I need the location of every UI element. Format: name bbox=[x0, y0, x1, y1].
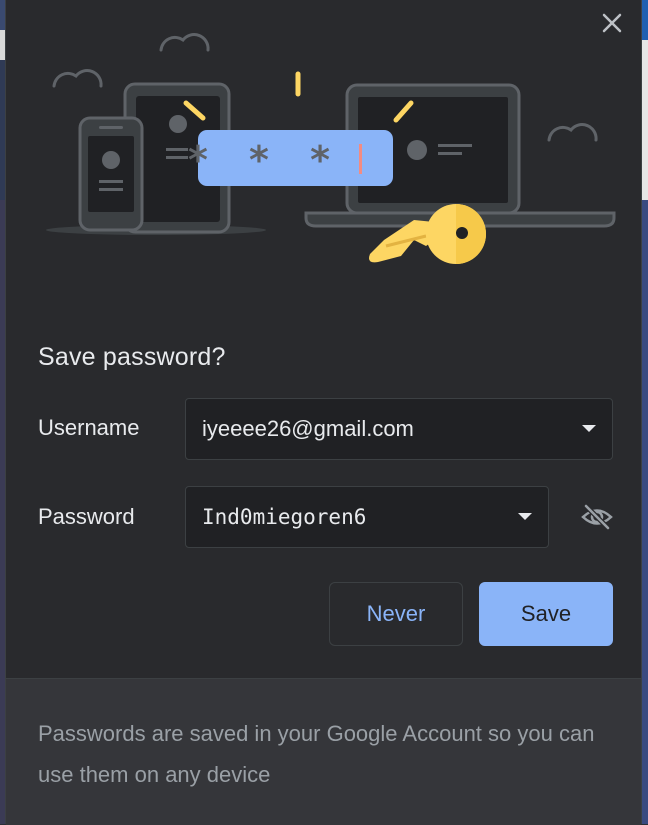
password-value: Ind0miegoren6 bbox=[202, 505, 367, 529]
password-illustration: * * * bbox=[46, 33, 616, 264]
username-select[interactable]: iyeeee26@gmail.com bbox=[185, 398, 613, 460]
save-password-dialog: * * * Save password? Username iyeeee26@g… bbox=[5, 0, 642, 825]
dialog-footer: Passwords are saved in your Google Accou… bbox=[6, 678, 641, 825]
eye-off-icon[interactable] bbox=[580, 502, 614, 532]
password-select[interactable]: Ind0miegoren6 bbox=[185, 486, 549, 548]
never-button[interactable]: Never bbox=[329, 582, 463, 646]
username-value: iyeeee26@gmail.com bbox=[202, 416, 414, 441]
save-button[interactable]: Save bbox=[479, 582, 613, 646]
password-mask-text: * * * bbox=[188, 138, 344, 182]
dialog-title: Save password? bbox=[38, 343, 226, 371]
close-icon[interactable] bbox=[599, 10, 625, 36]
password-label: Password bbox=[38, 504, 135, 529]
chevron-down-icon bbox=[582, 425, 596, 432]
footer-text: Passwords are saved in your Google Accou… bbox=[38, 721, 595, 787]
password-bubble: * * * bbox=[188, 130, 393, 186]
chevron-down-icon bbox=[518, 513, 532, 520]
username-label: Username bbox=[38, 415, 140, 440]
phone-icon bbox=[78, 116, 144, 232]
